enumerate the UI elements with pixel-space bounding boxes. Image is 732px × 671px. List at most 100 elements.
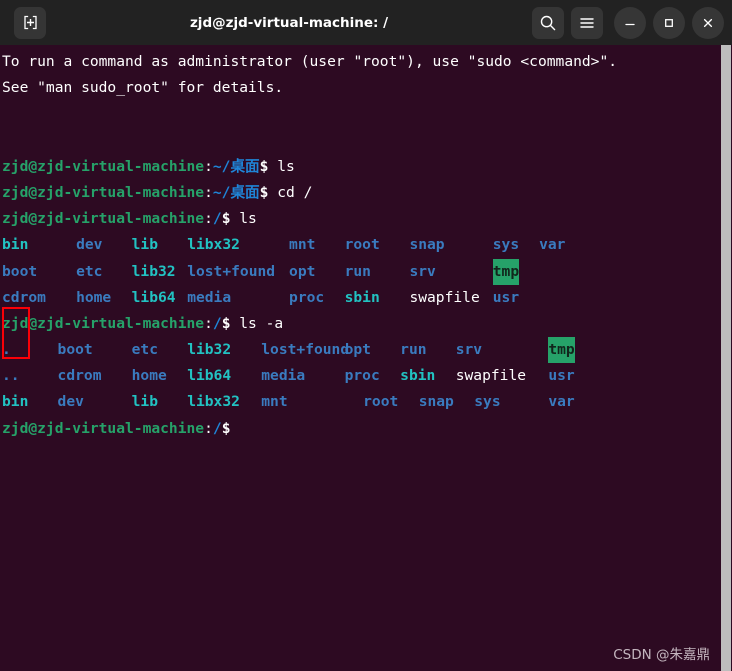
ls-entry: lib32	[131, 262, 176, 280]
ls-entry: tmp	[548, 337, 575, 364]
ls-entry: var	[548, 393, 575, 411]
ls-entry: bin	[2, 393, 29, 411]
ls-entry: cdrom	[2, 288, 46, 306]
ls-entry: swapfile	[409, 288, 480, 306]
maximize-button[interactable]	[653, 6, 686, 39]
ls-entry: home	[131, 367, 167, 385]
ls-entry: proc	[289, 288, 325, 306]
close-button[interactable]	[692, 6, 725, 39]
new-tab-button[interactable]	[14, 6, 46, 39]
search-button[interactable]	[532, 6, 565, 39]
prompt-colon: :	[204, 419, 213, 437]
prompt-path: ~/桌面	[212, 183, 260, 201]
ls-entry: etc	[131, 341, 158, 359]
maximize-icon	[665, 18, 673, 27]
terminal-ls-row: boot etc lib32 lost+found opt run srv tmp	[2, 258, 617, 285]
ls-entry: sys	[474, 393, 501, 411]
ls-entry: cdrom	[57, 367, 102, 385]
minimize-icon	[625, 23, 635, 25]
prompt-user-host: zjd@zjd-virtual-machine	[2, 210, 205, 228]
ls-entry: proc	[344, 367, 380, 385]
ls-entry: tmp	[492, 258, 520, 285]
prompt-user-host: zjd@zjd-virtual-machine	[2, 157, 205, 175]
prompt-symbol: $	[221, 419, 231, 437]
ls-entry: home	[76, 288, 112, 306]
terminal-prompt-line: zjd@zjd-virtual-machine:~/桌面$ ls	[2, 154, 617, 180]
terminal-ls-row: . boot etc lib32 lost+found opt run srv tmp	[2, 337, 617, 364]
ls-entry: usr	[548, 367, 575, 385]
terminal-line: To run a command as administrator (user …	[2, 49, 617, 75]
hamburger-menu-icon	[580, 17, 594, 28]
ls-entry: libx32	[187, 236, 240, 254]
scrollbar-thumb[interactable]	[721, 45, 731, 671]
terminal-ls-row: .. cdrom home lib64 media proc sbin swapfile usr	[2, 363, 617, 389]
terminal-scrollbar[interactable]	[720, 45, 732, 671]
terminal-ls-row: cdrom home lib64 media proc sbin swapfile usr	[2, 285, 617, 311]
prompt-command: ls	[230, 210, 257, 228]
minimize-button[interactable]	[614, 6, 647, 39]
ls-entry: run	[344, 262, 371, 280]
new-tab-icon	[23, 15, 37, 30]
prompt-command: cd /	[268, 183, 313, 201]
ls-entry: sbin	[344, 288, 380, 306]
ls-entry: var	[539, 236, 566, 254]
terminal-prompt-line: zjd@zjd-virtual-machine:/$ ls -a	[2, 311, 617, 337]
ls-entry: mnt	[289, 236, 316, 254]
ls-entry: opt	[344, 341, 371, 359]
close-icon	[703, 18, 713, 27]
prompt-colon: :	[204, 183, 213, 201]
terminal-ls-row: bin dev lib libx32 mnt root snap sys var	[2, 232, 617, 258]
ls-entry: swapfile	[455, 367, 527, 385]
ls-entry: sys	[492, 236, 520, 254]
window-titlebar: zjd@zjd-virtual-machine: /	[0, 0, 732, 45]
terminal-output-text: To run a command as administrator (user …	[2, 53, 618, 70]
terminal-screen: To run a command as administrator (user …	[0, 45, 617, 442]
ls-entry: snap	[409, 236, 445, 254]
prompt-command: ls -a	[230, 314, 284, 332]
ls-entry: media	[261, 367, 306, 385]
prompt-user-host: zjd@zjd-virtual-machine	[2, 183, 205, 201]
ls-entry: root	[363, 393, 399, 411]
window-title: zjd@zjd-virtual-machine: /	[189, 14, 389, 31]
ls-entry: lib64	[187, 367, 232, 385]
watermark-text: CSDN @朱嘉鼎	[613, 647, 710, 663]
ls-entry: ..	[2, 367, 20, 385]
ls-entry: boot	[2, 262, 38, 280]
prompt-colon: :	[204, 314, 213, 332]
terminal-window: zjd@zjd-virtual-machine: / To run a comm…	[0, 0, 732, 671]
ls-entry: root	[344, 236, 380, 254]
ls-entry: .	[2, 341, 11, 359]
ls-entry: srv	[455, 341, 483, 359]
menu-button[interactable]	[571, 6, 604, 39]
ls-entry: usr	[492, 288, 520, 306]
titlebar-controls	[532, 6, 725, 39]
prompt-colon: :	[204, 210, 213, 228]
prompt-user-host: zjd@zjd-virtual-machine	[2, 419, 205, 437]
terminal-prompt-line: zjd@zjd-virtual-machine:/$	[2, 416, 617, 442]
ls-entry: lib64	[131, 288, 176, 306]
ls-entry: opt	[289, 262, 316, 280]
terminal-body[interactable]: To run a command as administrator (user …	[0, 45, 732, 671]
ls-entry: sbin	[400, 367, 436, 385]
ls-entry: etc	[76, 262, 103, 280]
ls-entry: lib32	[187, 341, 232, 359]
ls-entry: lib	[131, 236, 158, 254]
terminal-line: See "man sudo_root" for details.	[2, 75, 617, 101]
ls-entry: libx32	[187, 393, 240, 411]
ls-entry: media	[187, 288, 232, 306]
terminal-prompt-line: zjd@zjd-virtual-machine:/$ ls	[2, 206, 617, 232]
ls-entry: run	[400, 341, 427, 359]
ls-entry: snap	[418, 393, 454, 411]
search-icon	[540, 15, 556, 30]
prompt-path: ~/桌面	[212, 157, 260, 175]
prompt-path: /	[212, 419, 222, 437]
ls-entry: bin	[2, 236, 29, 254]
prompt-path: /	[212, 314, 222, 332]
ls-entry: lost+found	[187, 262, 276, 280]
ls-entry: dev	[57, 393, 84, 411]
ls-entry: dev	[76, 236, 103, 254]
terminal-output-text: See "man sudo_root" for details.	[2, 79, 284, 97]
terminal-prompt-line: zjd@zjd-virtual-machine:~/桌面$ cd /	[2, 180, 617, 206]
